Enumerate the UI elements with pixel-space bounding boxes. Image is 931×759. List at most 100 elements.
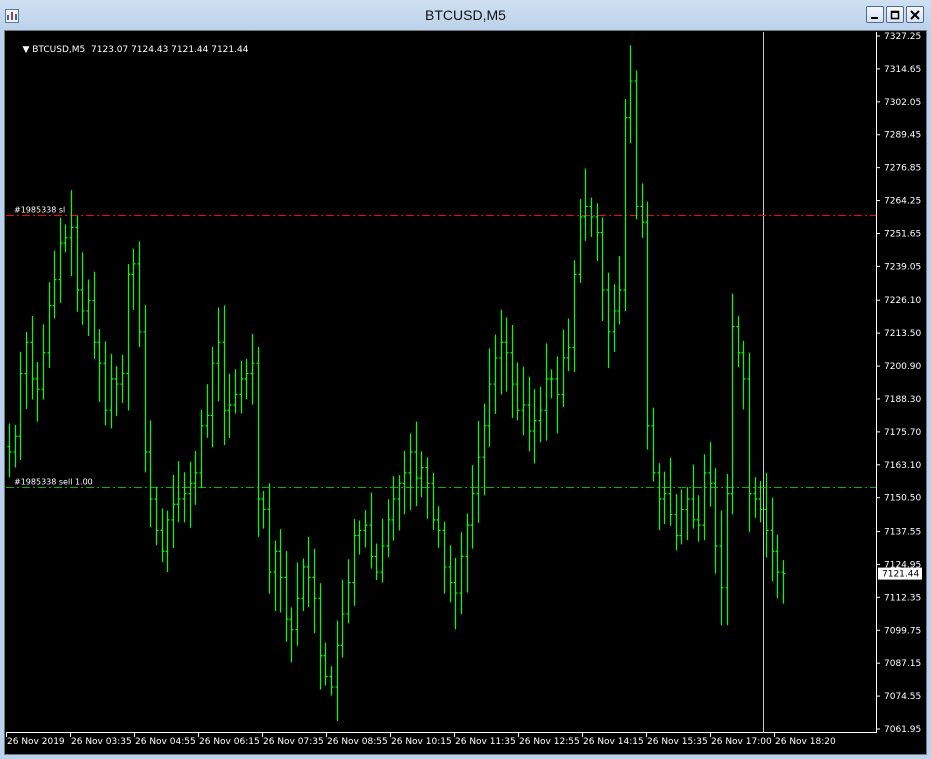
price-bar <box>250 333 255 405</box>
price-bar <box>753 477 758 518</box>
price-bar <box>425 457 430 519</box>
price-bar <box>612 284 617 353</box>
price-bar <box>63 224 68 253</box>
price-bar <box>69 190 74 277</box>
price-bar <box>182 472 187 523</box>
price-bar <box>696 495 701 542</box>
price-bar <box>92 271 97 359</box>
price-bar <box>210 346 215 448</box>
price-bar <box>205 384 210 438</box>
price-bar <box>154 486 159 546</box>
chart-ohlc: 7123.07 7124.43 7121.44 7121.44 <box>91 45 249 55</box>
price-tick-label: 7175.70 <box>884 428 921 438</box>
price-tick-label: 7213.50 <box>884 329 921 339</box>
price-bar <box>521 366 526 436</box>
price-bar <box>634 70 639 220</box>
price-bar <box>566 318 571 372</box>
price-bar <box>623 99 628 311</box>
price-tick-label: 7239.05 <box>884 262 921 272</box>
triangle-down-icon[interactable]: ▼ <box>22 45 29 55</box>
price-bar <box>685 487 690 541</box>
price-bar <box>222 305 227 445</box>
price-tick-label: 7302.05 <box>884 98 921 108</box>
price-bar <box>736 316 741 368</box>
time-tick-label: 26 Nov 10:15 <box>391 737 452 747</box>
price-tick-label: 7163.10 <box>884 461 921 471</box>
window-border-bottom <box>0 755 931 759</box>
price-bar <box>702 454 707 541</box>
price-bar <box>583 168 588 241</box>
price-bar <box>453 557 458 630</box>
price-bar <box>47 282 52 368</box>
price-bar <box>143 305 148 473</box>
price-bar <box>470 465 475 549</box>
price-bar <box>380 518 385 583</box>
price-bar <box>572 260 577 372</box>
stop-loss-label: #1985338 sl <box>14 206 65 215</box>
price-bar <box>120 354 125 403</box>
price-bar <box>459 532 464 615</box>
price-bar <box>75 215 80 312</box>
price-bar <box>58 217 63 303</box>
time-tick-label: 26 Nov 03:35 <box>71 737 132 747</box>
price-bar <box>476 420 481 523</box>
price-bar <box>261 490 266 529</box>
time-tick-label: 26 Nov 12:55 <box>519 737 580 747</box>
price-bar <box>442 521 447 594</box>
price-tick-label: 7276.85 <box>884 164 921 174</box>
price-bar <box>595 203 600 262</box>
price-chart[interactable]: 7327.25 7314.65 7302.05 7289.45 7276.85 7264.… <box>0 0 931 759</box>
price-bar <box>335 620 340 721</box>
price-bar <box>674 494 679 551</box>
price-bar <box>340 579 345 658</box>
price-tick-label: 7087.15 <box>884 659 921 669</box>
price-bar <box>504 317 509 392</box>
time-tick-label: 26 Nov 17:00 <box>711 737 772 747</box>
price-bar <box>256 346 261 537</box>
time-tick-label: 26 Nov 11:35 <box>455 737 516 747</box>
price-tick-label: 7264.25 <box>884 197 921 207</box>
time-tick-label: 26 Nov 04:55 <box>135 737 196 747</box>
price-bar <box>493 334 498 414</box>
price-bar <box>781 560 786 604</box>
price-tick-label: 7327.25 <box>884 32 921 42</box>
price-bar <box>391 476 396 541</box>
price-bar <box>284 551 289 642</box>
price-bar <box>278 529 283 613</box>
price-tick-label: 7099.75 <box>884 626 921 636</box>
price-bar <box>747 352 752 532</box>
price-bar <box>363 510 368 548</box>
price-bar <box>719 510 724 626</box>
time-tick-label: 26 Nov 18:20 <box>775 737 836 747</box>
price-bar <box>24 331 29 410</box>
price-bar <box>499 309 504 395</box>
price-bar <box>419 451 424 498</box>
chart-window: BTCUSD,M5 7327.25 7314.65 7302.05 7289.45 72… <box>0 0 931 759</box>
price-tick-label: 7200.90 <box>884 362 921 372</box>
price-bar <box>176 461 181 523</box>
time-tick-label: 26 Nov 07:35 <box>263 737 324 747</box>
time-tick-label: 26 Nov 15:35 <box>647 737 708 747</box>
current-price-label: 7121.44 <box>882 570 919 580</box>
price-tick-label: 7074.55 <box>884 692 921 702</box>
price-bar <box>301 558 306 611</box>
chart-header: ▼ BTCUSD,M5 7123.07 7124.43 7121.44 7121… <box>11 35 248 65</box>
price-bar <box>606 272 611 369</box>
price-bar <box>109 353 114 429</box>
price-bar <box>267 483 272 594</box>
price-bar <box>465 513 470 593</box>
price-bar <box>628 45 633 144</box>
price-bar <box>114 366 119 417</box>
price-tick-label: 7112.35 <box>884 593 921 603</box>
price-bar <box>532 389 537 464</box>
price-tick-label: 7061.95 <box>884 725 921 735</box>
price-bar <box>527 376 532 452</box>
price-bar <box>137 241 142 348</box>
price-bar <box>227 373 232 439</box>
price-bar <box>730 293 735 515</box>
price-bar <box>741 340 746 410</box>
price-bar <box>131 248 136 310</box>
time-tick-label: 26 Nov 08:55 <box>327 737 388 747</box>
price-bar <box>679 489 684 545</box>
price-bar <box>691 464 696 529</box>
